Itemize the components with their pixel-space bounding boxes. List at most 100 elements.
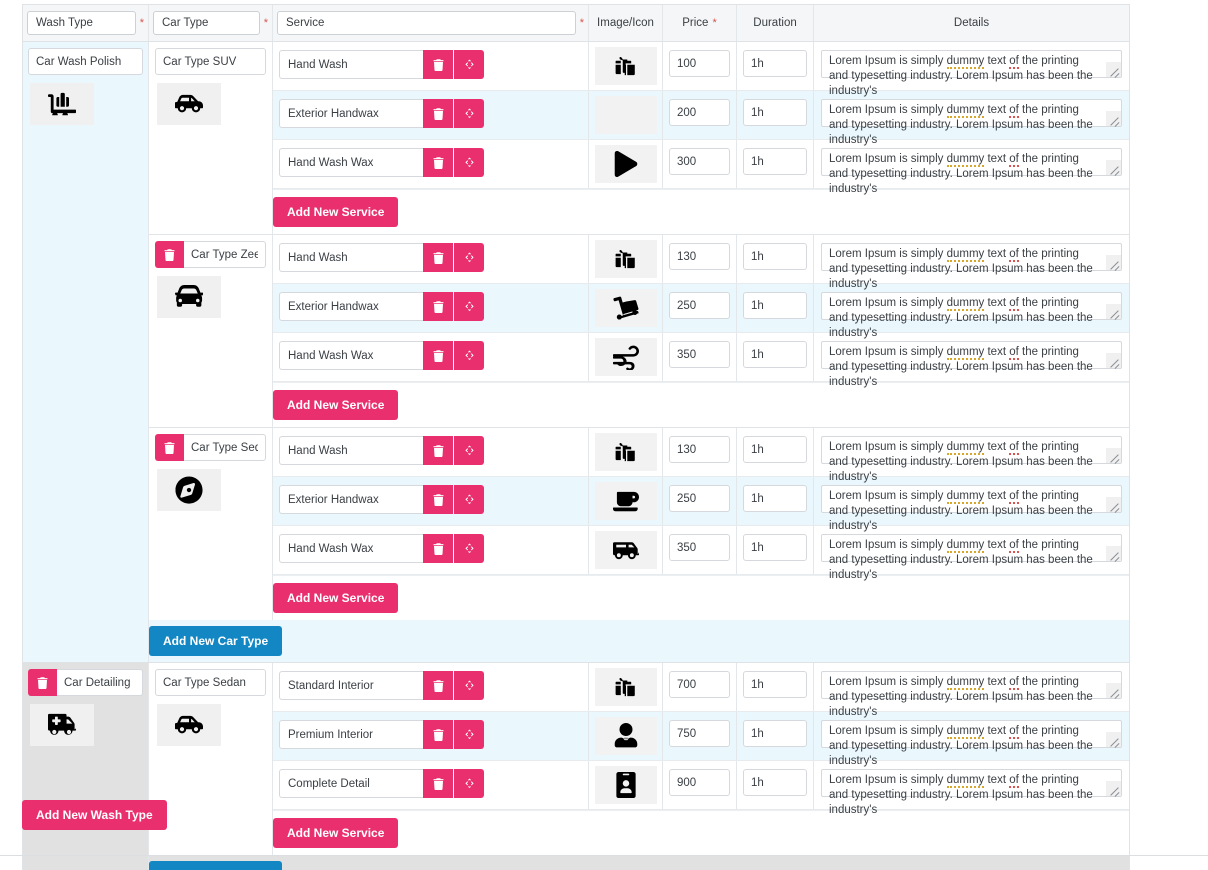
duration-input[interactable]	[743, 243, 807, 270]
service-name-input[interactable]	[279, 50, 423, 79]
delete-service-button[interactable]	[423, 99, 453, 128]
car-type-name-input[interactable]	[155, 669, 266, 696]
service-icon-chip[interactable]	[594, 96, 657, 134]
service-name-input[interactable]	[279, 485, 423, 514]
duration-input[interactable]	[743, 341, 807, 368]
price-input[interactable]	[669, 769, 730, 796]
service-name-input[interactable]	[279, 292, 423, 321]
service-icon-chip[interactable]	[594, 47, 657, 85]
delete-wash-type-button[interactable]	[28, 669, 57, 696]
details-textarea[interactable]	[821, 99, 1122, 127]
move-service-button[interactable]	[454, 769, 484, 798]
price-input[interactable]	[669, 99, 730, 126]
price-input[interactable]	[669, 436, 730, 463]
car-type-name-input[interactable]	[184, 241, 266, 268]
delete-service-button[interactable]	[423, 534, 453, 563]
duration-input[interactable]	[743, 534, 807, 561]
move-service-button[interactable]	[454, 671, 484, 700]
move-service-button[interactable]	[454, 534, 484, 563]
details-textarea[interactable]	[821, 148, 1122, 176]
price-input[interactable]	[669, 341, 730, 368]
details-textarea[interactable]	[821, 243, 1122, 271]
details-textarea[interactable]	[821, 671, 1122, 699]
move-service-button[interactable]	[454, 243, 484, 272]
move-service-button[interactable]	[454, 341, 484, 370]
move-service-button[interactable]	[454, 720, 484, 749]
service-name-input[interactable]	[279, 720, 423, 749]
service-icon-chip[interactable]	[594, 433, 657, 471]
price-input[interactable]	[669, 671, 730, 698]
move-service-button[interactable]	[454, 99, 484, 128]
service-icon-chip[interactable]	[594, 289, 657, 327]
service-name-input[interactable]	[279, 534, 423, 563]
delete-service-button[interactable]	[423, 148, 453, 177]
delete-service-button[interactable]	[423, 436, 453, 465]
move-service-button[interactable]	[454, 485, 484, 514]
service-icon-chip[interactable]	[594, 482, 657, 520]
header-wash-type-input[interactable]	[27, 11, 136, 35]
price-input[interactable]	[669, 243, 730, 270]
add-new-wash-type-button[interactable]: Add New Wash Type	[22, 800, 167, 830]
price-input[interactable]	[669, 485, 730, 512]
service-name-input[interactable]	[279, 341, 423, 370]
delete-car-type-button[interactable]	[155, 241, 184, 268]
car-type-name-input[interactable]	[184, 434, 266, 461]
delete-service-button[interactable]	[423, 243, 453, 272]
wash-type-icon-box[interactable]	[30, 704, 94, 746]
details-textarea[interactable]	[821, 341, 1122, 369]
duration-input[interactable]	[743, 720, 807, 747]
add-new-service-button[interactable]: Add New Service	[273, 390, 399, 420]
service-name-input[interactable]	[279, 99, 423, 128]
duration-input[interactable]	[743, 671, 807, 698]
delete-service-button[interactable]	[423, 720, 453, 749]
duration-input[interactable]	[743, 769, 807, 796]
details-textarea[interactable]	[821, 534, 1122, 562]
add-new-service-button[interactable]: Add New Service	[273, 197, 399, 227]
delete-service-button[interactable]	[423, 341, 453, 370]
service-icon-chip[interactable]	[594, 766, 657, 804]
details-textarea[interactable]	[821, 485, 1122, 513]
move-service-button[interactable]	[454, 148, 484, 177]
delete-service-button[interactable]	[423, 671, 453, 700]
delete-service-button[interactable]	[423, 769, 453, 798]
add-new-service-button[interactable]: Add New Service	[273, 818, 399, 848]
service-name-input[interactable]	[279, 769, 423, 798]
service-name-input[interactable]	[279, 436, 423, 465]
move-service-button[interactable]	[454, 436, 484, 465]
car-type-icon-box[interactable]	[157, 704, 221, 746]
details-textarea[interactable]	[821, 769, 1122, 797]
duration-input[interactable]	[743, 436, 807, 463]
delete-service-button[interactable]	[423, 50, 453, 79]
details-textarea[interactable]	[821, 292, 1122, 320]
car-type-icon-box[interactable]	[157, 83, 221, 125]
wash-type-name-input[interactable]	[57, 669, 143, 696]
move-service-button[interactable]	[454, 50, 484, 79]
price-input[interactable]	[669, 148, 730, 175]
price-input[interactable]	[669, 292, 730, 319]
car-type-icon-box[interactable]	[157, 276, 221, 318]
details-textarea[interactable]	[821, 436, 1122, 464]
duration-input[interactable]	[743, 485, 807, 512]
move-service-button[interactable]	[454, 292, 484, 321]
details-textarea[interactable]	[821, 50, 1122, 78]
duration-input[interactable]	[743, 292, 807, 319]
service-icon-chip[interactable]	[594, 338, 657, 376]
add-new-service-button[interactable]: Add New Service	[273, 583, 399, 613]
details-textarea[interactable]	[821, 720, 1122, 748]
delete-service-button[interactable]	[423, 292, 453, 321]
service-name-input[interactable]	[279, 671, 423, 700]
add-new-car-type-button[interactable]: Add New Car Type	[149, 626, 283, 656]
service-name-input[interactable]	[279, 148, 423, 177]
service-icon-chip[interactable]	[594, 717, 657, 755]
service-name-input[interactable]	[279, 243, 423, 272]
service-icon-chip[interactable]	[594, 145, 657, 183]
price-input[interactable]	[669, 720, 730, 747]
price-input[interactable]	[669, 534, 730, 561]
car-type-icon-box[interactable]	[157, 469, 221, 511]
car-type-name-input[interactable]	[155, 48, 266, 75]
header-service-input[interactable]	[277, 11, 576, 35]
service-icon-chip[interactable]	[594, 531, 657, 569]
price-input[interactable]	[669, 50, 730, 77]
header-car-type-input[interactable]	[153, 11, 260, 35]
duration-input[interactable]	[743, 50, 807, 77]
